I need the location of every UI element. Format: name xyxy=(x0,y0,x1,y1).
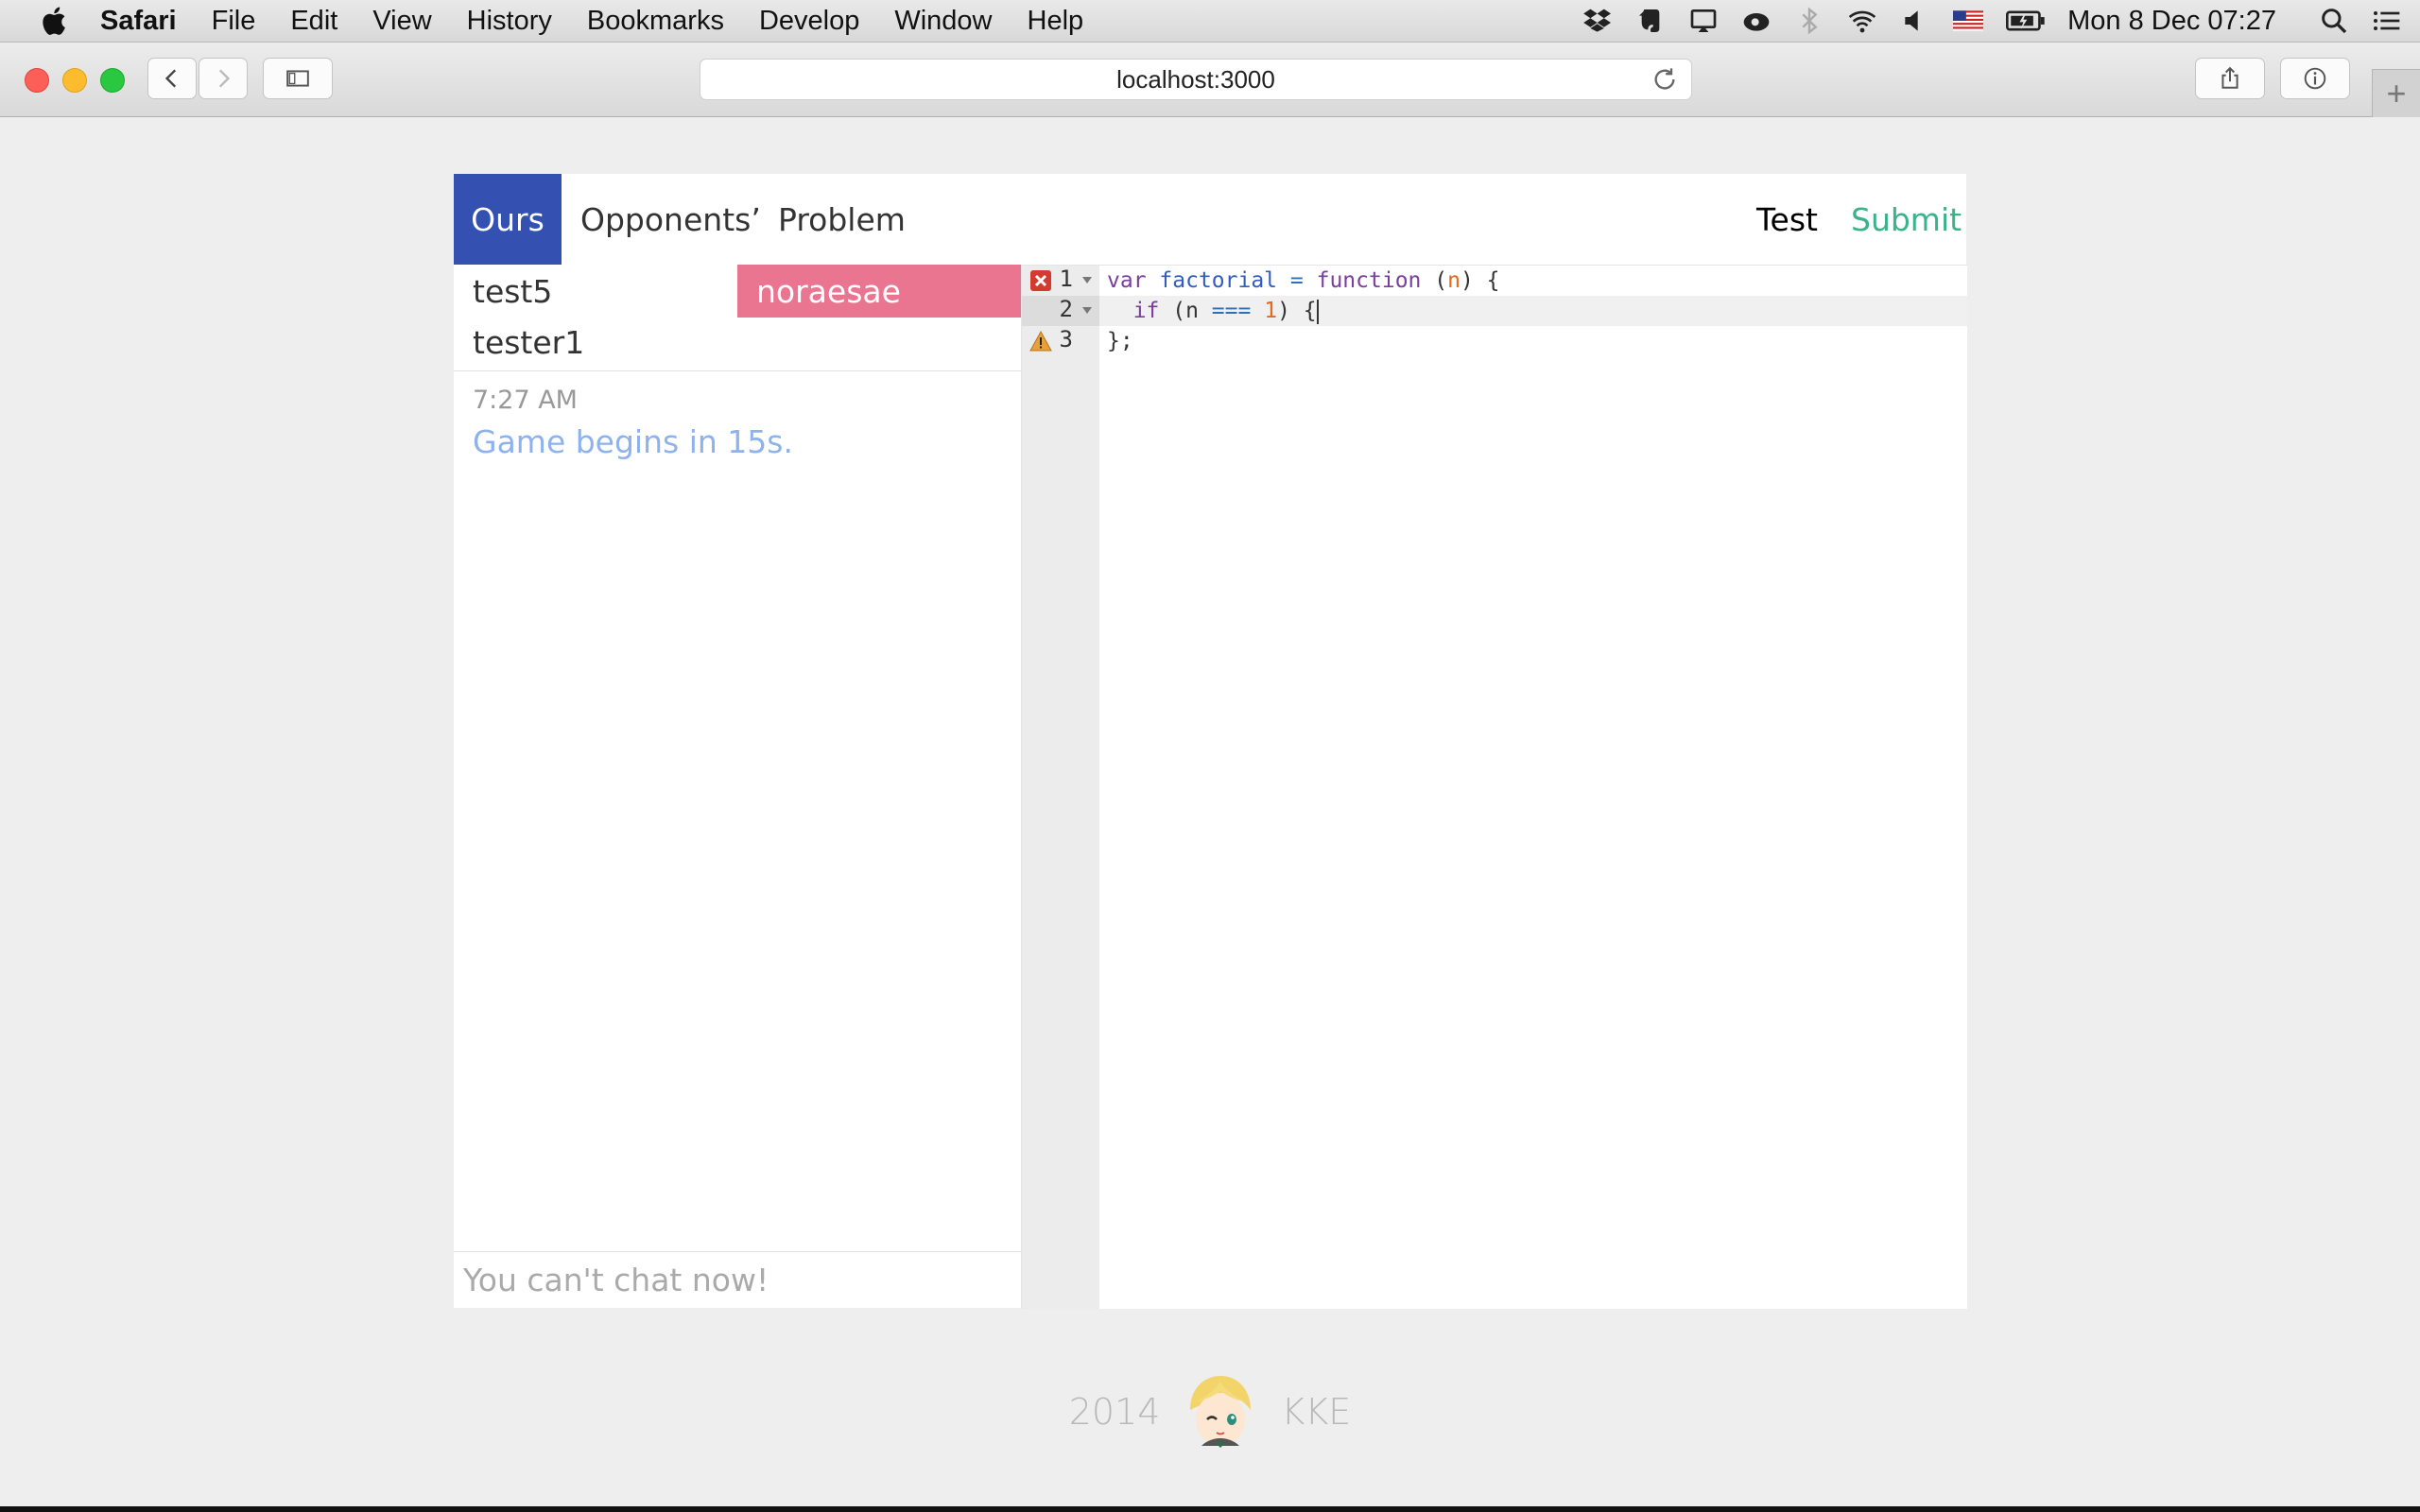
chat-input-placeholder: You can't chat now! xyxy=(463,1262,769,1298)
menu-safari[interactable]: Safari xyxy=(100,6,177,37)
divider xyxy=(454,370,1021,371)
share-icon xyxy=(2221,66,2238,89)
error-icon xyxy=(1030,270,1051,291)
evernote-icon[interactable] xyxy=(1634,5,1667,37)
page: Ours Opponents’ Problem Test Submit test… xyxy=(0,117,2420,1506)
menu-window[interactable]: Window xyxy=(894,6,992,37)
menu-view[interactable]: View xyxy=(372,6,431,37)
code-editor[interactable]: 1 2 3 var factorial = function (n) { if … xyxy=(1021,265,1967,1309)
menu-history[interactable]: History xyxy=(467,6,552,37)
bluetooth-icon[interactable] xyxy=(1793,5,1825,37)
chevron-right-icon xyxy=(218,69,231,88)
mascot-avatar-icon xyxy=(1175,1366,1267,1457)
menu-develop[interactable]: Develop xyxy=(759,6,859,37)
sidebar-icon xyxy=(286,70,309,87)
window-zoom-button[interactable] xyxy=(100,68,125,93)
window-minimize-button[interactable] xyxy=(62,68,87,93)
menu-extras: Mon 8 Dec 07:27 xyxy=(1561,0,2420,42)
message-timestamp: 7:27 AM xyxy=(473,386,578,415)
back-button[interactable] xyxy=(147,58,197,99)
menu-bookmarks[interactable]: Bookmarks xyxy=(587,6,724,37)
gutter-line-1: 1 xyxy=(1022,266,1099,296)
chat-input[interactable]: You can't chat now! xyxy=(454,1251,1021,1308)
address-bar[interactable]: localhost:3000 xyxy=(700,59,1692,100)
footer-year: 2014 xyxy=(1068,1391,1161,1433)
battery-icon[interactable] xyxy=(2005,5,2047,37)
window-close-button[interactable] xyxy=(25,68,49,93)
line-number: 3 xyxy=(1059,326,1073,352)
code-line-3[interactable]: }; xyxy=(1099,326,1967,356)
fold-arrow-icon[interactable] xyxy=(1082,277,1092,284)
chat-panel: test5 noraesae tester1 7:27 AM Game begi… xyxy=(454,265,1021,1308)
chevron-left-icon xyxy=(164,69,177,88)
info-button[interactable] xyxy=(2280,58,2350,99)
gutter-line-3: 3 xyxy=(1022,326,1099,356)
airplay-icon[interactable] xyxy=(1687,5,1720,37)
info-icon xyxy=(2304,67,2326,90)
player-tester1: tester1 xyxy=(473,323,585,361)
system-message: Game begins in 15s. xyxy=(473,423,793,460)
submit-button[interactable]: Submit xyxy=(1851,174,1962,265)
menu-file[interactable]: File xyxy=(212,6,256,37)
player-test5: test5 xyxy=(473,272,553,310)
window-bottom-edge xyxy=(0,1506,2420,1512)
line-number: 1 xyxy=(1059,266,1073,292)
forward-button[interactable] xyxy=(199,58,248,99)
code-line-1[interactable]: var factorial = function (n) { xyxy=(1099,266,1967,296)
game-app: Ours Opponents’ Problem Test Submit test… xyxy=(454,174,1967,1309)
wifi-icon[interactable] xyxy=(1846,5,1878,37)
dropbox-icon[interactable] xyxy=(1582,5,1614,37)
reload-icon[interactable] xyxy=(1651,66,1678,93)
warning-icon xyxy=(1029,330,1052,352)
footer-name: KKE xyxy=(1281,1391,1352,1433)
flag-us-icon[interactable] xyxy=(1952,5,1984,37)
tab-ours[interactable]: Ours xyxy=(454,174,562,265)
fold-arrow-icon[interactable] xyxy=(1082,307,1092,314)
apple-icon[interactable] xyxy=(38,5,68,37)
line-number: 2 xyxy=(1059,296,1073,322)
menu-help[interactable]: Help xyxy=(1028,6,1084,37)
tab-opponents[interactable]: Opponents’ xyxy=(580,174,761,265)
share-button[interactable] xyxy=(2195,58,2265,99)
creative-cloud-icon[interactable] xyxy=(1740,5,1772,37)
sidebar-button[interactable] xyxy=(263,58,333,99)
address-text: localhost:3000 xyxy=(1116,64,1275,94)
test-button[interactable]: Test xyxy=(1756,174,1818,265)
gutter-line-2: 2 xyxy=(1022,296,1099,326)
footer: 2014 KKE xyxy=(0,1365,2420,1459)
editor-gutter: 1 2 3 xyxy=(1022,266,1099,1309)
volume-icon[interactable] xyxy=(1899,5,1931,37)
browser-toolbar: localhost:3000 + xyxy=(0,43,2420,117)
spotlight-search-icon[interactable] xyxy=(2318,5,2350,37)
player-noraesae: noraesae xyxy=(737,265,1021,318)
notification-center-icon[interactable] xyxy=(2371,5,2403,37)
menubar-clock[interactable]: Mon 8 Dec 07:27 xyxy=(2067,6,2276,37)
macos-menu-bar: Safari File Edit View History Bookmarks … xyxy=(0,0,2420,43)
code-line-2[interactable]: if (n === 1) { xyxy=(1099,296,1967,326)
plus-icon: + xyxy=(2386,74,2407,112)
new-tab-button[interactable]: + xyxy=(2372,69,2420,117)
top-nav: Ours Opponents’ Problem Test Submit xyxy=(454,174,1966,265)
tab-problem[interactable]: Problem xyxy=(778,174,906,265)
menu-edit[interactable]: Edit xyxy=(290,6,337,37)
text-cursor xyxy=(1316,299,1319,324)
